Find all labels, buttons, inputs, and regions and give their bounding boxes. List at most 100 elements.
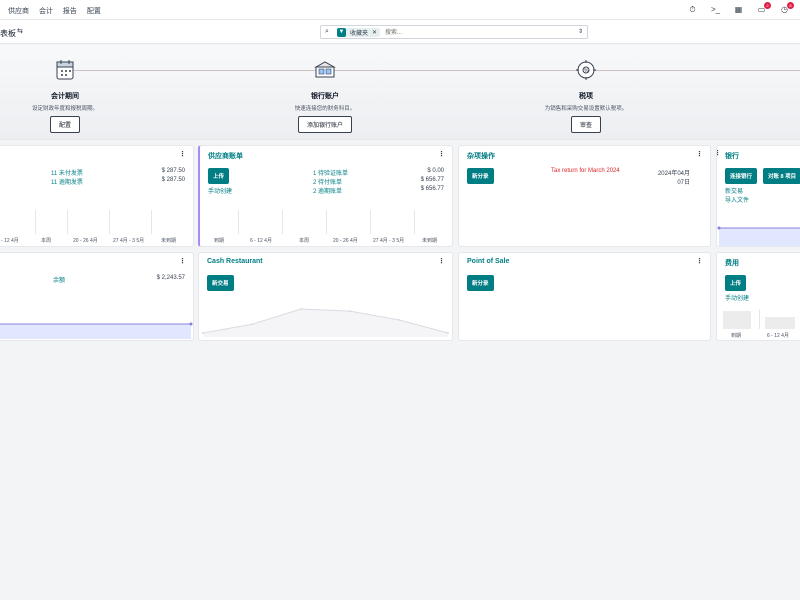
svg-text:%: % <box>584 68 589 74</box>
search-facet[interactable]: ▼ 收藏夹 ✕ <box>337 28 381 37</box>
import-file-link[interactable]: 导入文件 <box>725 195 749 204</box>
search-options-toggle-icon[interactable]: ⇕ <box>578 28 583 35</box>
chart-bar <box>765 317 795 329</box>
manual-create-link[interactable]: 手动创建 <box>725 293 749 302</box>
facet-remove-icon[interactable]: ✕ <box>372 29 377 36</box>
menu-item-accounting[interactable]: 会计 <box>39 8 53 15</box>
add-bank-account-button[interactable]: 添加银行账户 <box>297 116 352 133</box>
onboarding-progress-line <box>60 70 800 71</box>
reconcile-button[interactable]: 对账 8 项目 <box>763 168 800 184</box>
new-entry-button[interactable]: 新分录 <box>467 275 494 291</box>
review-button[interactable]: 审查 <box>570 116 601 133</box>
overdue-bills-link[interactable]: 2 逾期账单 <box>313 186 342 195</box>
configure-button[interactable]: 配置 <box>49 116 80 133</box>
bills-to-validate-link[interactable]: 1 待验证账单 <box>313 168 348 177</box>
card-title[interactable]: 费用 <box>725 258 739 268</box>
onboarding-step-fiscal-periods: 会计期间 设定财政年度和报税周期。 配置 <box>0 57 130 133</box>
unpaid-invoices-link[interactable]: 11 未付发票 <box>51 168 83 177</box>
system-tray: ⏱ >_ ▦ ▭ 2 ◷ 8 <box>687 2 794 15</box>
to-validate-amount: $ 0.00 <box>427 168 444 174</box>
facet-label: 收藏夹 <box>350 31 369 37</box>
chart-gridline <box>35 210 36 234</box>
onboarding-step-taxes: % 税项 为销售和采购交易设置默认税项。 审查 <box>521 57 651 133</box>
search-icon[interactable]: ⌕ <box>325 28 329 36</box>
bank-card: 银行 ⋮ 连接银行 对账 8 项目 新交易 导入文件 <box>716 145 800 247</box>
card-title[interactable]: Cash Restaurant <box>207 258 263 265</box>
chat-badge: 2 <box>764 2 771 9</box>
card-title[interactable]: 杂项操作 <box>467 151 495 161</box>
bills-to-pay-link[interactable]: 2 待付账单 <box>313 177 342 186</box>
trend-point <box>349 310 351 313</box>
settings-gear-icon[interactable]: ⇆ <box>17 27 23 35</box>
cash-restaurant-card: Cash Restaurant ⋮ 新交易 <box>198 252 453 341</box>
manual-create-link[interactable]: 手动创建 <box>208 186 232 195</box>
menu-item-vendors[interactable]: 供应商 <box>8 8 29 15</box>
card-menu-icon[interactable]: ⋮ <box>696 150 703 158</box>
activity-icon[interactable]: ◷ 8 <box>779 2 794 15</box>
balance-link[interactable]: 余额 <box>53 275 65 284</box>
search-bar[interactable]: ⌕ ▼ 收藏夹 ✕ ⇕ <box>320 25 588 39</box>
terminal-icon[interactable]: >_ <box>710 4 721 15</box>
card-title[interactable]: 银行 <box>725 151 739 161</box>
axis-label: - 12 4月 <box>1 238 19 244</box>
chart-gridline <box>238 210 239 234</box>
new-transaction-button[interactable]: 新交易 <box>207 275 234 291</box>
axis-label: 未到期 <box>161 238 177 244</box>
step-name: 税项 <box>579 93 593 100</box>
connect-bank-button[interactable]: 连接银行 <box>725 168 758 184</box>
axis-label: 20 - 26 4月 <box>73 238 98 244</box>
overdue-amount: $ 656.77 <box>420 186 444 192</box>
menu-item-reporting[interactable]: 报告 <box>63 8 77 15</box>
to-pay-amount: $ 656.77 <box>420 177 444 183</box>
trend-point <box>447 332 449 334</box>
card-title[interactable]: Point of Sale <box>467 258 509 265</box>
card-menu-icon[interactable]: ⋮ <box>438 257 445 265</box>
chart-gridline <box>759 309 760 329</box>
card-menu-icon[interactable]: ⋮ <box>696 257 703 265</box>
card-drag-handle-icon[interactable]: ⋮ <box>717 149 721 157</box>
page-title: 表板 <box>0 29 16 38</box>
axis-label: 27 4月 - 3 5月 <box>373 238 405 244</box>
bank-icon <box>312 57 338 83</box>
overdue-amount: $ 287.50 <box>161 177 185 183</box>
bank-balance-chart <box>717 226 800 246</box>
chat-icon[interactable]: ▭ 2 <box>756 2 771 15</box>
main-menu: 供应商 会计 报告 配置 <box>8 6 109 16</box>
activity-badge: 8 <box>787 2 794 9</box>
chart-gridline <box>326 210 327 234</box>
sales-journal-card: ⋮ 11 未付发票 11 逾期发票 $ 287.50 $ 287.50 - 12… <box>0 145 194 247</box>
axis-label: 27 4月 - 3 5月 <box>113 238 145 244</box>
card-menu-icon[interactable]: ⋮ <box>438 150 445 158</box>
chart-gridline <box>151 210 152 234</box>
top-navbar: 供应商 会计 报告 配置 ⏱ >_ ▦ ▭ 2 ◷ 8 <box>0 0 800 20</box>
card-menu-icon[interactable]: ⋮ <box>179 150 186 158</box>
tax-gear-icon: % <box>573 57 599 83</box>
vendor-bills-card: 供应商账单 ⋮ 上传 手动创建 1 待验证账单 2 待付账单 2 逾期账单 $ … <box>198 145 453 247</box>
trend-point <box>398 318 400 321</box>
misc-operations-card: 杂项操作 ⋮ 新分录 Tax return for March 2024 202… <box>458 145 711 247</box>
grid-icon[interactable]: ▦ <box>733 4 744 15</box>
trend-point <box>300 308 302 310</box>
card-title[interactable]: 供应商账单 <box>208 151 243 161</box>
upload-button[interactable]: 上传 <box>208 168 230 184</box>
step-description: 为销售和采购交易设置默认税项。 <box>544 106 628 112</box>
card-menu-icon[interactable]: ⋮ <box>179 257 186 265</box>
upload-button[interactable]: 上传 <box>725 275 747 291</box>
cash-card: ⋮ 余额 $ 2,243.57 <box>0 252 194 341</box>
search-input[interactable] <box>385 28 555 37</box>
control-panel: 表板 ⇆ ⌕ ▼ 收藏夹 ✕ ⇕ <box>0 20 800 44</box>
new-transaction-link[interactable]: 新交易 <box>725 186 743 195</box>
unpaid-amount: $ 287.50 <box>161 168 185 174</box>
chart-gridline <box>282 210 283 234</box>
cash-trend-chart <box>202 308 449 337</box>
tax-return-date: 2024年04月 <box>657 171 690 177</box>
trend-point <box>202 332 204 334</box>
new-entry-button[interactable]: 新分录 <box>467 168 494 184</box>
axis-label: 本周 <box>41 238 52 244</box>
tax-return-warning[interactable]: Tax return for March 2024 <box>551 168 620 174</box>
axis-label: 本周 <box>299 238 310 244</box>
step-description: 设定财政年度和报税周期。 <box>31 106 98 112</box>
overdue-invoices-link[interactable]: 11 逾期发票 <box>51 177 83 186</box>
menu-item-configuration[interactable]: 配置 <box>87 8 101 15</box>
clock-icon[interactable]: ⏱ <box>687 4 698 15</box>
